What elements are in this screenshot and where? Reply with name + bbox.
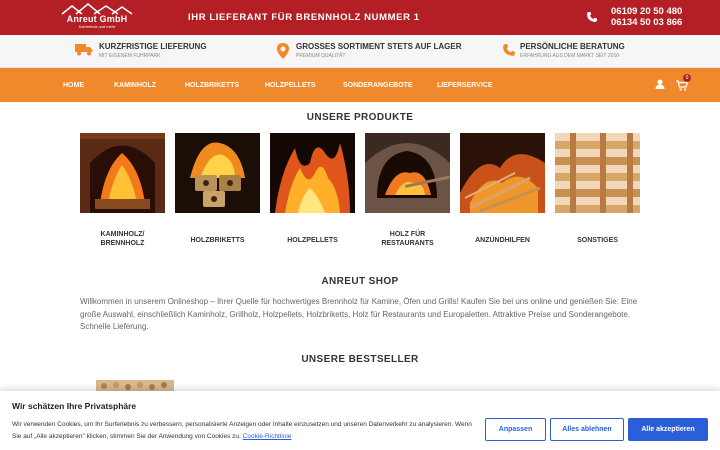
nav-item-lieferservice[interactable]: LIEFERSERVICE — [437, 82, 493, 89]
category-label: HOLZ FÜR RESTAURANTS — [381, 231, 434, 247]
shop-description: Willkommen in unserem Onlineshop – Ihrer… — [80, 297, 638, 331]
shop-title: ANREUT SHOP — [321, 276, 399, 287]
feature-title: PERSÖNLICHE BERATUNG — [520, 42, 625, 51]
phone-number-2[interactable]: 06134 50 03 866 — [611, 17, 682, 28]
cookie-policy-link[interactable]: Cookie-Richtlinie — [243, 433, 292, 440]
logo-subtitle: Kaminholz und mehr — [78, 24, 116, 29]
nav-item-holzpellets[interactable]: HOLZPELLETS — [265, 82, 316, 89]
logo-name: Anreut GmbH — [66, 14, 128, 24]
feature-subtitle: MIT EIGENEM FUHRPARK — [99, 53, 161, 59]
cookie-title: Wir schätzen Ihre Privatsphäre — [12, 401, 137, 411]
main-navigation: HOME KAMINHOLZ HOLZBRIKETTS HOLZPELLETS … — [0, 68, 720, 102]
feature-title: KURZFRISTIGE LIEFERUNG — [99, 42, 207, 51]
cookie-banner: Wir schätzen Ihre Privatsphäre Wir verwe… — [0, 391, 720, 450]
top-bar: Anreut GmbH Kaminholz und mehr IHR LIEFE… — [0, 0, 720, 35]
category-label: ANZÜNDHILFEN — [475, 237, 530, 244]
kindling-image[interactable] — [460, 133, 545, 213]
flames-image[interactable] — [270, 133, 355, 213]
category-kaminholz[interactable]: KAMINHOLZ/BRENNHOLZ — [80, 133, 165, 247]
customize-button[interactable]: Anpassen — [485, 418, 546, 441]
feature-bar: KURZFRISTIGE LIEFERUNG MIT EIGENEM FUHRP… — [0, 35, 720, 68]
phone-icon — [587, 12, 597, 22]
nav-item-sonderangebote[interactable]: SONDERANGEBOTE — [343, 82, 413, 89]
cart-count-badge: 0 — [683, 74, 691, 82]
category-holz-restaurants[interactable]: HOLZ FÜR RESTAURANTS — [365, 133, 450, 247]
nav-item-kaminholz[interactable]: KAMINHOLZ — [114, 82, 156, 89]
cookie-text: Wir verwenden Cookies, um Ihr Surferlebn… — [12, 421, 472, 440]
pizza-oven-image[interactable] — [365, 133, 450, 213]
pallets-image[interactable] — [555, 133, 640, 213]
logo[interactable]: Anreut GmbH Kaminholz und mehr — [60, 3, 134, 31]
category-label: HOLZPELLETS — [287, 237, 338, 244]
user-icon[interactable] — [655, 79, 665, 89]
products-title: UNSERE PRODUKTE — [306, 112, 414, 123]
category-label: SONSTIGES — [577, 237, 618, 244]
location-pin-icon — [277, 43, 289, 59]
nav-item-holzbriketts[interactable]: HOLZBRIKETTS — [185, 82, 239, 89]
feature-subtitle: ERFAHRUNG AUS DEM MARKT SEIT 2010 — [520, 53, 620, 59]
header-slogan: IHR LIEFERANT FÜR BRENNHOLZ NUMMER 1 — [188, 12, 420, 23]
phone-numbers[interactable]: 06109 20 50 480 06134 50 03 866 — [611, 6, 682, 28]
phone-number-1[interactable]: 06109 20 50 480 — [611, 6, 682, 17]
category-holzpellets[interactable]: HOLZPELLETS — [270, 133, 355, 244]
nav-item-home[interactable]: HOME — [63, 82, 84, 89]
category-anzuendhilfen[interactable]: ANZÜNDHILFEN — [460, 133, 545, 244]
reject-all-button[interactable]: Alles ablehnen — [550, 418, 624, 441]
briquettes-image[interactable] — [175, 133, 260, 213]
feature-subtitle: PREMIUM QUALITÄT — [296, 53, 346, 59]
category-label: KAMINHOLZ/BRENNHOLZ — [100, 231, 145, 247]
category-holzbriketts[interactable]: HOLZBRIKETTS — [175, 133, 260, 244]
accept-all-button[interactable]: Alle akzeptieren — [628, 418, 708, 441]
phone-icon — [503, 44, 515, 56]
category-label: HOLZBRIKETTS — [190, 237, 245, 244]
truck-icon — [75, 44, 93, 56]
bestseller-title: UNSERE BESTSELLER — [301, 354, 419, 365]
fireplace-image[interactable] — [80, 133, 165, 213]
category-sonstiges[interactable]: SONSTIGES — [555, 133, 640, 244]
feature-title: GROSSES SORTIMENT STETS AUF LAGER — [296, 42, 462, 51]
